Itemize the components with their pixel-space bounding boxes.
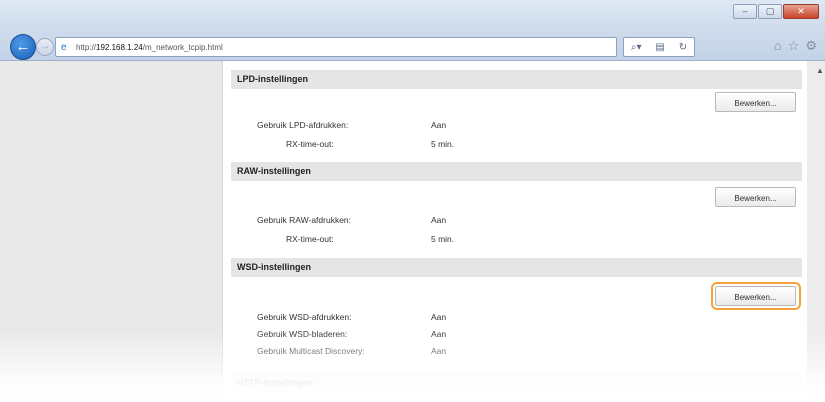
value-multicast-discovery: Aan xyxy=(431,346,447,356)
value-wsd-browsing: Aan xyxy=(431,329,447,339)
label-wsd-printing: Gebruik WSD-afdrukken: xyxy=(257,312,352,322)
compat-view-icon[interactable]: ▤ xyxy=(655,42,664,53)
back-button[interactable]: ← xyxy=(10,34,36,60)
section-header-lpd: LPD-instellingen xyxy=(231,70,802,89)
label-wsd-browsing: Gebruik WSD-bladeren: xyxy=(257,329,348,339)
edit-button-wsd[interactable]: Bewerken... xyxy=(715,286,796,306)
value-raw-printing: Aan xyxy=(431,215,447,225)
home-icon[interactable]: ⌂ xyxy=(774,38,782,54)
url-host: 192.168.1.24 xyxy=(96,42,143,52)
section-header-http: HTTP-instellingen xyxy=(231,374,802,393)
maximize-button[interactable]: ▢ xyxy=(758,4,782,19)
url-prefix: http:// xyxy=(76,42,97,52)
favorites-star-icon[interactable]: ☆ xyxy=(788,38,800,54)
close-button[interactable]: ✕ xyxy=(783,4,819,19)
section-header-raw: RAW-instellingen xyxy=(231,162,802,181)
refresh-icon[interactable]: ↻ xyxy=(679,42,687,53)
window-controls: – ▢ ✕ xyxy=(733,4,819,19)
url-path: /m_network_tcpip.html xyxy=(142,42,223,52)
value-wsd-printing: Aan xyxy=(431,312,447,322)
label-raw-printing: Gebruik RAW-afdrukken: xyxy=(257,215,352,225)
address-actions: ⌕▾ ▤ ↻ xyxy=(623,37,695,57)
label-raw-rx-timeout: RX-time-out: xyxy=(286,234,334,244)
section-header-wsd: WSD-instellingen xyxy=(231,258,802,277)
browser-toolbar: – ▢ ✕ ← → e http:// 192.168.1.24 /m_netw… xyxy=(0,0,825,61)
address-bar[interactable]: e http:// 192.168.1.24 /m_network_tcpip.… xyxy=(55,37,617,57)
settings-content: LPD-instellingen Bewerken... Gebruik LPD… xyxy=(222,61,807,402)
browser-tool-icons: ⌂ ☆ ⚙ xyxy=(774,38,817,54)
value-lpd-rx-timeout: 5 min. xyxy=(431,139,455,149)
label-multicast-discovery: Gebruik Multicast Discovery: xyxy=(257,346,365,356)
scroll-up-arrow-icon[interactable]: ▲ xyxy=(816,66,824,75)
edit-button-raw[interactable]: Bewerken... xyxy=(715,187,796,207)
vertical-scrollbar[interactable] xyxy=(806,61,825,402)
edit-button-lpd[interactable]: Bewerken... xyxy=(715,92,796,112)
forward-button[interactable]: → xyxy=(36,38,54,56)
value-raw-rx-timeout: 5 min. xyxy=(431,234,455,244)
label-lpd-printing: Gebruik LPD-afdrukken: xyxy=(257,120,349,130)
gear-icon[interactable]: ⚙ xyxy=(805,38,817,54)
left-margin xyxy=(0,61,222,402)
value-lpd-printing: Aan xyxy=(431,120,447,130)
search-icon[interactable]: ⌕▾ xyxy=(631,42,642,53)
ie-page-icon: e xyxy=(61,41,67,53)
minimize-button[interactable]: – xyxy=(733,4,757,19)
label-lpd-rx-timeout: RX-time-out: xyxy=(286,139,334,149)
